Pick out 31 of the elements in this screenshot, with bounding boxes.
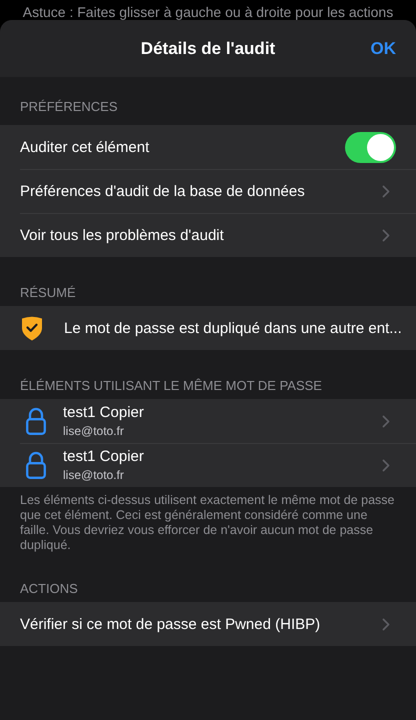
row-label: Vérifier si ce mot de passe est Pwned (HIBP) — [20, 616, 322, 632]
chevron-icon — [382, 414, 390, 428]
list-row[interactable]: Préférences d'audit de la base de données — [0, 169, 416, 213]
section-footer: Les éléments ci-dessus utilisent exactement le même mot de passe que cet élément. Ceci est généralement considéré comme une faille. Vous devriez vous efforcer de n'avoir aucun mot de passe dupliqué. — [0, 487, 416, 553]
sheet-title: Détails de l'audit — [140, 38, 276, 58]
entry-title: test1 Copier — [63, 448, 145, 465]
lock-icon — [26, 451, 46, 479]
list-row[interactable]: Vérifier si ce mot de passe est Pwned (HIBP) — [0, 602, 416, 646]
chevron-icon — [382, 618, 390, 630]
row-label: Voir tous les problèmes d'audit — [20, 226, 225, 244]
section-header: PRÉFÉRENCES — [20, 99, 118, 114]
chevron-icon — [382, 458, 390, 472]
section-header: ACTIONS — [20, 581, 78, 596]
list-row[interactable]: test1 Copier lise@toto.fr — [0, 443, 416, 487]
list-row[interactable]: test1 Copier lise@toto.fr — [0, 399, 416, 443]
section-header: RÉSUMÉ — [20, 285, 76, 300]
row-label: Préférences d'audit de la base de données — [20, 182, 306, 200]
entry-username: lise@toto.fr — [63, 424, 125, 438]
list-row[interactable]: Voir tous les problèmes d'audit — [0, 213, 416, 257]
entry-username: lise@toto.fr — [63, 468, 125, 482]
chevron-icon — [382, 184, 390, 198]
ok-button[interactable]: OK — [370, 35, 396, 63]
chevron-icon — [382, 228, 390, 242]
toggle-switch[interactable] — [345, 132, 396, 162]
section-header: ÉLÉMENTS UTILISANT LE MÊME MOT DE PASSE — [20, 378, 322, 393]
shield-check-icon — [20, 315, 44, 341]
summary-text: Le mot de passe est dupliqué dans une autre ent... — [64, 320, 402, 336]
hint-text: Astuce : Faites glisser à gauche ou à droite pour les actions — [22, 3, 394, 20]
lock-icon — [26, 407, 46, 435]
entry-title: test1 Copier — [63, 404, 145, 421]
row-label: Auditer cet élément — [20, 138, 150, 156]
